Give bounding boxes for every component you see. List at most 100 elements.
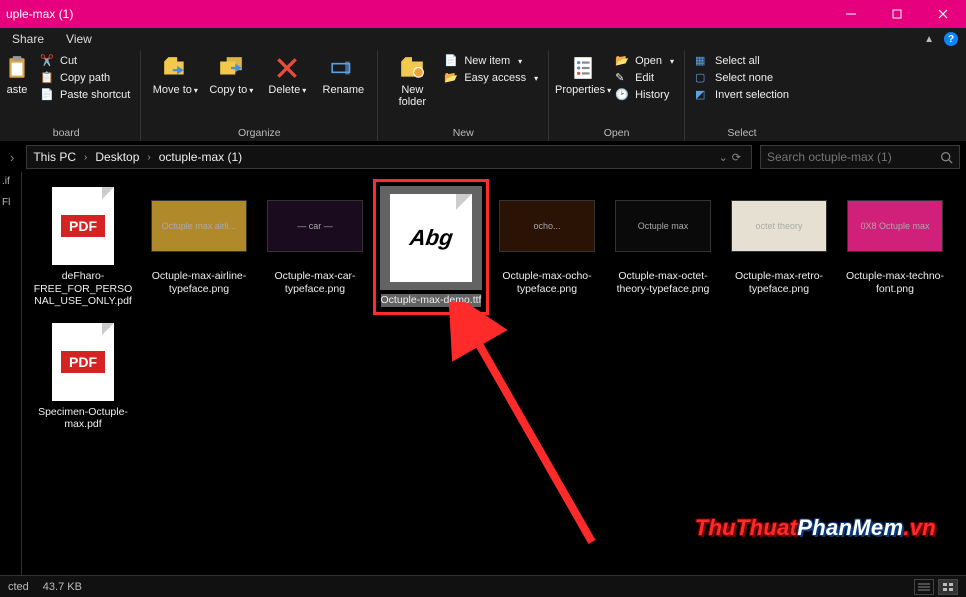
file-label: Octuple-max-ocho-typeface.png — [494, 270, 600, 295]
file-item[interactable]: PDF Specimen-Octuple-max.pdf — [28, 318, 138, 435]
move-to-icon — [161, 54, 189, 82]
nav-up-indicator[interactable]: › — [6, 150, 18, 165]
copy-path-button[interactable]: 📋Copy path — [40, 71, 130, 85]
delete-button[interactable]: Delete▾ — [263, 54, 311, 96]
ribbon: aste ✂️Cut 📋Copy path 📄Paste shortcut bo… — [0, 50, 966, 142]
open-button[interactable]: 📂Open▾ — [615, 54, 674, 68]
close-button[interactable] — [920, 0, 966, 28]
file-area[interactable]: PDF deFharo-FREE_FOR_PERSONAL_USE_ONLY.pd… — [22, 172, 966, 575]
select-all-button[interactable]: ▦Select all — [695, 54, 789, 68]
move-to-button[interactable]: Move to▾ — [151, 54, 199, 96]
new-folder-icon — [398, 54, 426, 82]
file-thumbnail: PDF — [35, 322, 131, 402]
new-folder-button[interactable]: New folder — [388, 54, 436, 108]
group-label-organize: Organize — [151, 125, 367, 139]
group-label-clipboard: board — [2, 125, 130, 139]
ribbon-tabbar: Share View ▲ ? — [0, 28, 966, 50]
open-icon: 📂 — [615, 54, 629, 68]
status-bar: cted 43.7 KB — [0, 575, 966, 597]
edit-button[interactable]: ✎Edit — [615, 71, 674, 85]
content-row: .if Fl PDF deFharo-FREE_FOR_PERSONAL_USE_… — [0, 172, 966, 575]
file-label: Octuple-max-car-typeface.png — [262, 270, 368, 295]
window-controls — [828, 0, 966, 28]
invert-icon: ◩ — [695, 88, 709, 102]
edit-icon: ✎ — [615, 71, 629, 85]
shortcut-icon: 📄 — [40, 88, 54, 102]
delete-icon — [273, 54, 301, 82]
address-bar-row: › This PC› Desktop› octuple-max (1) ⌄ ⟳ — [0, 142, 966, 172]
tab-share[interactable]: Share — [12, 32, 44, 46]
file-label: deFharo-FREE_FOR_PERSONAL_USE_ONLY.pdf — [30, 270, 136, 308]
view-details-button[interactable] — [914, 579, 934, 595]
easy-access-button[interactable]: 📂Easy access▾ — [444, 71, 538, 85]
ribbon-collapse-icon[interactable]: ▲ — [924, 34, 934, 45]
properties-button[interactable]: Properties▾ — [559, 54, 607, 96]
file-item[interactable]: — car — Octuple-max-car-typeface.png — [260, 182, 370, 312]
group-label-select: Select — [695, 125, 789, 139]
sidebar-item[interactable]: .if — [2, 176, 19, 187]
file-item[interactable]: PDF deFharo-FREE_FOR_PERSONAL_USE_ONLY.pd… — [28, 182, 138, 312]
select-none-icon: ▢ — [695, 71, 709, 85]
file-item[interactable]: octet theoryOctuple-max-retro-typeface.p… — [724, 182, 834, 312]
file-label: Octuple-max-techno-font.png — [842, 270, 948, 295]
file-label: Octuple-max-demo.ttf — [381, 294, 482, 307]
search-input[interactable] — [767, 150, 934, 164]
paste-label: aste — [7, 84, 28, 96]
search-icon[interactable] — [940, 151, 953, 164]
new-item-icon: 📄 — [444, 54, 458, 68]
file-item[interactable]: 0X8 Octuple maxOctuple-max-techno-font.p… — [840, 182, 950, 312]
tab-view[interactable]: View — [66, 32, 92, 46]
paste-shortcut-button[interactable]: 📄Paste shortcut — [40, 88, 130, 102]
breadcrumb-desktop[interactable]: Desktop — [95, 150, 139, 164]
file-label: Specimen-Octuple-max.pdf — [30, 406, 136, 431]
breadcrumb-folder[interactable]: octuple-max (1) — [159, 150, 242, 164]
select-none-button[interactable]: ▢Select none — [695, 71, 789, 85]
file-item[interactable]: ocho... Octuple-max-ocho-typeface.png — [492, 182, 602, 312]
copy-to-icon — [217, 54, 245, 82]
copy-to-button[interactable]: Copy to▾ — [207, 54, 255, 96]
file-item[interactable]: Octuple max Octuple-max-octet-theory-type… — [608, 182, 718, 312]
file-thumbnail: Octuple max — [615, 186, 711, 266]
status-size: 43.7 KB — [43, 581, 82, 593]
breadcrumb-this-pc[interactable]: This PC — [33, 150, 76, 164]
cut-button[interactable]: ✂️Cut — [40, 54, 130, 68]
search-box[interactable] — [760, 145, 960, 169]
history-icon: 🕑 — [615, 88, 629, 102]
sidebar-item[interactable]: Fl — [2, 197, 19, 208]
maximize-button[interactable] — [874, 0, 920, 28]
address-dropdown-icon[interactable]: ⌄ — [719, 151, 728, 164]
help-icon[interactable]: ? — [944, 32, 958, 46]
file-thumbnail: — car — — [267, 186, 363, 266]
history-button[interactable]: 🕑History — [615, 88, 674, 102]
properties-icon — [569, 54, 597, 82]
invert-selection-button[interactable]: ◩Invert selection — [695, 88, 789, 102]
ribbon-group-new: New folder 📄New item▾ 📂Easy access▾ New — [378, 50, 549, 141]
file-item[interactable]: Abg Octuple-max-demo.ttf — [376, 182, 486, 312]
new-item-button[interactable]: 📄New item▾ — [444, 54, 538, 68]
address-bar[interactable]: This PC› Desktop› octuple-max (1) ⌄ ⟳ — [26, 145, 752, 169]
file-label: Octuple-max-retro-typeface.png — [726, 270, 832, 295]
group-label-open: Open — [559, 125, 674, 139]
minimize-button[interactable] — [828, 0, 874, 28]
easy-access-icon: 📂 — [444, 71, 458, 85]
watermark: ThuThuatPhanMem.vn — [695, 515, 936, 541]
file-thumbnail: Abg — [380, 186, 482, 290]
ribbon-group-clipboard: aste ✂️Cut 📋Copy path 📄Paste shortcut bo… — [0, 50, 141, 141]
select-all-icon: ▦ — [695, 54, 709, 68]
clipboard-icon — [3, 54, 31, 82]
group-label-new: New — [388, 125, 538, 139]
view-icons-button[interactable] — [938, 579, 958, 595]
rename-button[interactable]: Rename — [319, 54, 367, 96]
ribbon-group-organize: Move to▾ Copy to▾ Delete▾ Rename Organiz… — [141, 50, 378, 141]
file-label: Octuple-max-airline-typeface.png — [146, 270, 252, 295]
file-thumbnail: PDF — [35, 186, 131, 266]
refresh-icon[interactable]: ⟳ — [732, 151, 741, 164]
file-label: Octuple-max-octet-theory-typeface.png — [610, 270, 716, 295]
file-thumbnail: ocho... — [499, 186, 595, 266]
status-selected: cted — [8, 581, 29, 593]
window-title: uple-max (1) — [6, 7, 73, 21]
nav-sidebar: .if Fl — [0, 172, 22, 575]
copy-path-icon: 📋 — [40, 71, 54, 85]
file-item[interactable]: Octuple max airli...Octuple-max-airline-… — [144, 182, 254, 312]
paste-button[interactable]: aste — [2, 54, 32, 96]
